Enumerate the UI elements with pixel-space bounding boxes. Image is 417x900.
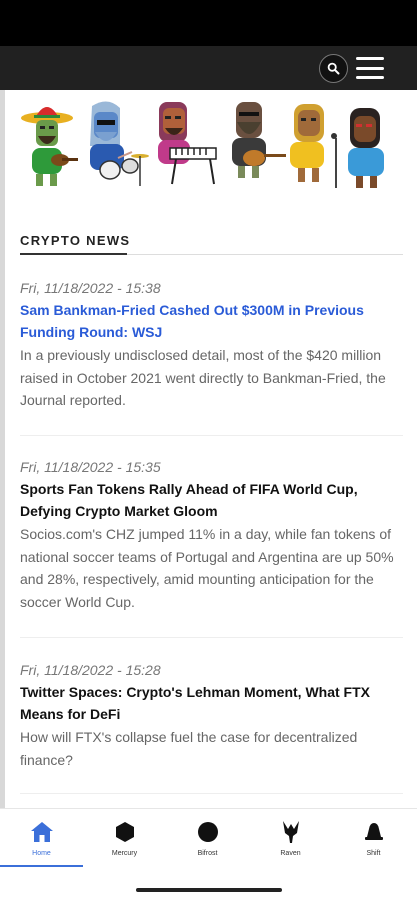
article-date: Fri, 11/18/2022 - 15:28 [20, 662, 161, 678]
circle-icon [197, 822, 218, 842]
drummer-character [90, 101, 149, 186]
gesture-area [0, 868, 417, 900]
nav-label-shift: Shift [366, 850, 381, 857]
article-divider [20, 637, 403, 638]
nav-item-shift[interactable]: Shift [332, 809, 415, 867]
section-title-underline [20, 253, 127, 255]
article-date: Fri, 11/18/2022 - 15:35 [20, 459, 161, 475]
article-summary: In a previously undisclosed detail, most… [20, 347, 386, 408]
nav-item-bifrost[interactable]: Bifrost [166, 809, 249, 867]
nav-item-mercury[interactable]: Mercury [83, 809, 166, 867]
hamburger-menu-icon [356, 66, 384, 70]
article-headline[interactable]: Sports Fan Tokens Rally Ahead of FIFA Wo… [20, 478, 403, 522]
article-divider [20, 435, 403, 436]
app-screen: CRYPTO NEWS Fri, 11/18/2022 - 15:38 Sam … [0, 0, 417, 900]
section-title: CRYPTO NEWS [20, 233, 131, 248]
search-button[interactable] [319, 54, 348, 83]
band-banner-illustration [21, 101, 384, 188]
news-feed[interactable]: CRYPTO NEWS Fri, 11/18/2022 - 15:38 Sam … [0, 90, 417, 808]
hamburger-menu-icon [356, 76, 384, 79]
sombrero-character [21, 107, 78, 186]
keyboardist-character [158, 102, 217, 185]
article-divider [20, 793, 403, 794]
app-header [0, 46, 417, 90]
hamburger-menu-icon [356, 57, 384, 60]
bassist-character [348, 108, 384, 188]
bell-icon [364, 823, 383, 840]
nav-label-raven: Raven [280, 850, 301, 857]
news-article[interactable]: Fri, 11/18/2022 - 15:35 Sports Fan Token… [20, 457, 403, 613]
article-date: Fri, 11/18/2022 - 15:38 [20, 280, 161, 296]
raven-icon [282, 821, 299, 843]
bottom-navigation: Home Mercury Bifrost Raven Shift [0, 808, 417, 868]
menu-button[interactable] [356, 55, 384, 81]
article-summary: Socios.com's CHZ jumped 11% in a day, wh… [20, 526, 394, 610]
nav-item-raven[interactable]: Raven [249, 809, 332, 867]
guitarist-character [232, 102, 286, 178]
article-headline-link[interactable]: Sam Bankman-Fried Cashed Out $300M in Pr… [20, 299, 403, 343]
home-icon [30, 822, 53, 842]
active-tab-indicator [0, 865, 83, 867]
nav-label-bifrost: Bifrost [197, 850, 218, 857]
hexagon-icon [115, 822, 134, 842]
article-headline[interactable]: Twitter Spaces: Crypto's Lehman Moment, … [20, 681, 403, 725]
nav-label-mercury: Mercury [111, 850, 138, 857]
news-article[interactable]: Fri, 11/18/2022 - 15:28 Twitter Spaces: … [20, 660, 403, 771]
home-indicator[interactable] [136, 888, 282, 892]
status-bar [0, 0, 417, 46]
nav-label-home: Home [32, 850, 51, 857]
news-article[interactable]: Fri, 11/18/2022 - 15:38 Sam Bankman-Frie… [20, 278, 403, 412]
nav-item-home[interactable]: Home [0, 809, 83, 867]
article-summary: How will FTX's collapse fuel the case fo… [20, 729, 358, 768]
search-icon [327, 62, 340, 75]
singer-character [290, 104, 337, 188]
